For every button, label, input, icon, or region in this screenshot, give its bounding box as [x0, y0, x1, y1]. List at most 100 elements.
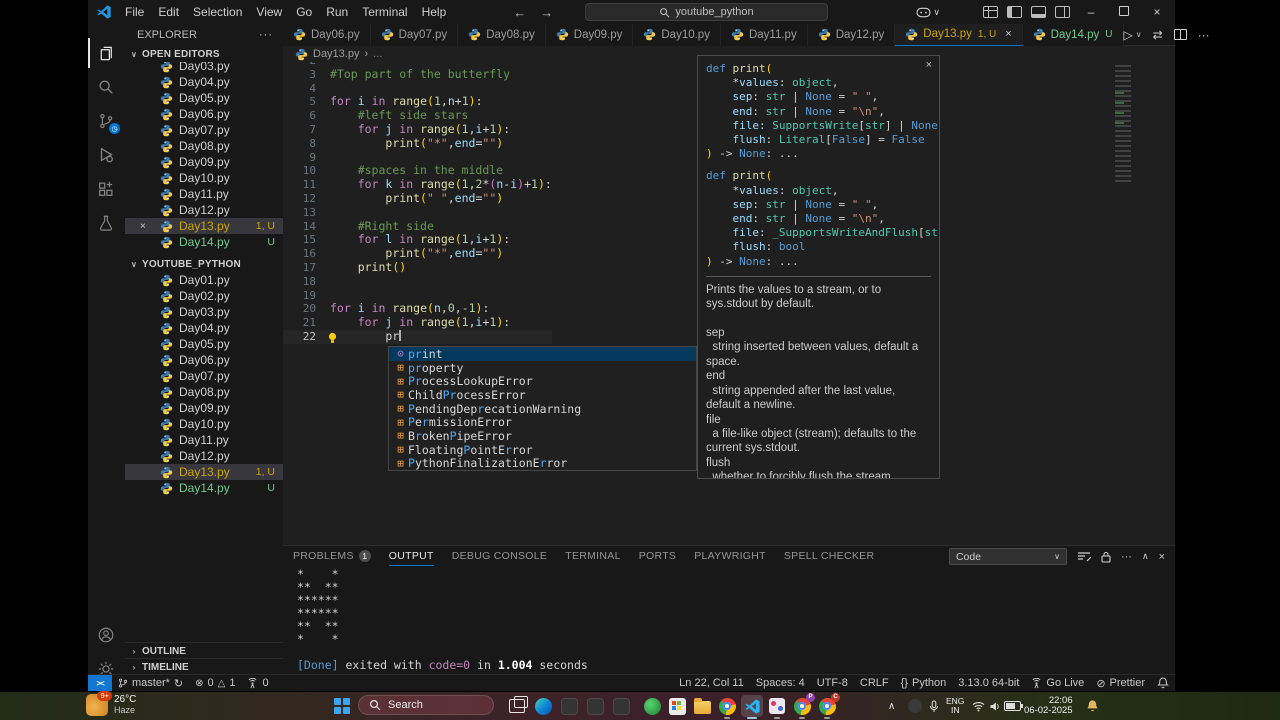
go-live-item[interactable]: Go Live [1025, 677, 1090, 689]
completion-item[interactable]: ⊞ BrokenPipeError [389, 429, 696, 443]
completion-item[interactable]: ⊞ PermissionError [389, 415, 696, 429]
code-line[interactable]: 17 print() [283, 260, 552, 275]
tree-item[interactable]: Day07.py [125, 368, 283, 384]
battery-icon[interactable] [1004, 692, 1023, 720]
code-line[interactable]: 13 [283, 206, 552, 220]
testing-icon[interactable] [88, 208, 124, 238]
code-line[interactable]: 18 [283, 275, 552, 289]
timeline-section[interactable]: › TIMELINE [125, 658, 283, 675]
taskbar-app-snip[interactable] [766, 695, 788, 719]
code-line[interactable]: 19 [283, 289, 552, 303]
taskbar-app-chromec[interactable]: C [816, 693, 840, 719]
taskbar-app-green[interactable] [641, 695, 663, 717]
lock-icon[interactable] [1101, 551, 1111, 563]
menu-edit[interactable]: Edit [151, 5, 186, 19]
customize-layout-icon[interactable] [983, 6, 998, 18]
close-icon[interactable]: × [140, 221, 146, 232]
maximize-panel-icon[interactable]: ∧ [1142, 551, 1149, 562]
command-center-search[interactable]: youtube_python [585, 3, 828, 21]
tree-item[interactable]: Day09.py [125, 400, 283, 416]
tree-item[interactable]: Day03.py [125, 304, 283, 320]
start-button[interactable] [334, 698, 350, 714]
completion-item[interactable]: ⊞ ProcessLookupError [389, 374, 696, 388]
editor-tab[interactable]: Day12.py [807, 23, 896, 46]
git-branch-item[interactable]: master* ↻ [112, 677, 189, 690]
open-editor-item[interactable]: × Day13.py 1, U [125, 218, 283, 234]
menu-selection[interactable]: Selection [186, 5, 249, 19]
notification-bell-icon[interactable] [1086, 692, 1099, 720]
close-icon[interactable]: × [926, 59, 932, 71]
completion-item[interactable]: ⊞ property [389, 361, 696, 375]
code-line[interactable]: 12 print(" ",end="") [283, 191, 552, 206]
minimize-button[interactable]: – [1079, 5, 1103, 19]
open-editor-item[interactable]: Day06.py [125, 106, 283, 122]
code-line[interactable]: 3 #Top part of the butterfly [283, 67, 552, 82]
code-line[interactable]: 11 for k in range(1,2*(n-i)+1): [283, 177, 552, 192]
tree-item[interactable]: Day08.py [125, 384, 283, 400]
open-editor-item[interactable]: Day11.py [125, 186, 283, 202]
tree-item[interactable]: Day02.py [125, 288, 283, 304]
menu-file[interactable]: File [118, 5, 151, 19]
open-editor-item[interactable]: Day07.py [125, 122, 283, 138]
taskbar-app-vscode[interactable] [741, 695, 763, 719]
editor-more-actions-icon[interactable]: ··· [1198, 28, 1210, 42]
folder-section-header[interactable]: ∨ YOUTUBE_PYTHON [125, 256, 283, 272]
tree-item[interactable]: Day14.py U [125, 480, 283, 496]
tray-chevron-icon[interactable]: ∧ [888, 692, 895, 720]
tree-item[interactable]: Day11.py [125, 432, 283, 448]
output-channel-select[interactable]: Code ∨ [948, 548, 1067, 565]
code-line[interactable]: 22 pr [283, 329, 552, 344]
prettier-item[interactable]: ⊘ Prettier [1090, 677, 1151, 690]
run-debug-icon[interactable] [88, 140, 124, 170]
editor-tab[interactable]: Day09.py [545, 23, 634, 46]
clock[interactable]: 22:06 06-02-2025 [1024, 692, 1073, 720]
toggle-secondary-sidebar-icon[interactable] [1055, 6, 1070, 18]
code-line[interactable]: 16 print("*",end="") [283, 246, 552, 261]
open-editor-item[interactable]: Day08.py [125, 138, 283, 154]
editor-tab[interactable]: Day07.py [370, 23, 459, 46]
problems-item[interactable]: ⊗ 0 △ 1 [189, 677, 241, 689]
taskbar-app-dark1[interactable] [558, 695, 580, 717]
code-line[interactable]: 20 for i in range(n,0,-1): [283, 301, 552, 316]
language-mode-item[interactable]: {} Python [895, 677, 953, 689]
completion-item[interactable]: ⊞ FloatingPointError [389, 443, 696, 457]
toggle-panel-icon[interactable] [1031, 6, 1046, 18]
editor-tab[interactable]: Day06.py [283, 23, 371, 46]
ports-item[interactable]: 0 [241, 677, 274, 689]
sidebar-more-icon[interactable]: ··· [259, 29, 273, 41]
tree-item[interactable]: Day01.py [125, 272, 283, 288]
eol-item[interactable]: CRLF [854, 677, 895, 689]
code-line[interactable]: 8 print("*",end="") [283, 136, 552, 151]
menu-view[interactable]: View [249, 5, 289, 19]
toggle-sidebar-icon[interactable] [1007, 6, 1022, 18]
close-icon[interactable]: × [1005, 28, 1011, 40]
code-line[interactable]: 15 for l in range(1,i+1): [283, 232, 552, 247]
open-editors-header[interactable]: ∨ OPEN EDITORS [125, 46, 283, 62]
panel-tab-output[interactable]: OUTPUT [388, 546, 434, 566]
breadcrumb-symbol[interactable]: ... [373, 48, 382, 60]
completion-item[interactable]: ⊞ ChildProcessError [389, 388, 696, 402]
code-line[interactable]: 4 [283, 82, 552, 96]
tree-item[interactable]: Day04.py [125, 320, 283, 336]
source-control-icon[interactable]: ◷ [88, 106, 124, 136]
completion-item[interactable]: ⊞ PythonFinalizationError [389, 456, 696, 470]
editor-tab[interactable]: Day11.py [720, 23, 808, 46]
taskbar-app-taskview[interactable] [506, 695, 528, 717]
completion-item[interactable]: ⊙ print [389, 347, 696, 361]
nav-back-icon[interactable]: ← [513, 5, 526, 20]
panel-tab-problems[interactable]: PROBLEMS 1 [293, 546, 371, 566]
cursor-position-item[interactable]: Ln 22, Col 11 [673, 677, 750, 689]
open-editor-item[interactable]: Day03.py [125, 62, 283, 74]
menu-help[interactable]: Help [415, 5, 454, 19]
taskbar-search[interactable]: Search [358, 695, 494, 715]
open-editor-item[interactable]: Day14.py U [125, 234, 283, 250]
nav-forward-icon[interactable]: → [540, 5, 553, 20]
completion-item[interactable]: ⊞ PendingDeprecationWarning [389, 402, 696, 416]
close-panel-icon[interactable]: × [1159, 551, 1165, 563]
code-line[interactable]: 10 #spaces in the middle [283, 163, 552, 178]
search-view-icon[interactable] [88, 72, 124, 102]
menu-terminal[interactable]: Terminal [355, 5, 414, 19]
output-content[interactable]: * * ** ** ****** ****** ** ** * * [Done] exit… [297, 568, 588, 672]
open-editor-item[interactable]: Day04.py [125, 74, 283, 90]
tree-item[interactable]: Day06.py [125, 352, 283, 368]
